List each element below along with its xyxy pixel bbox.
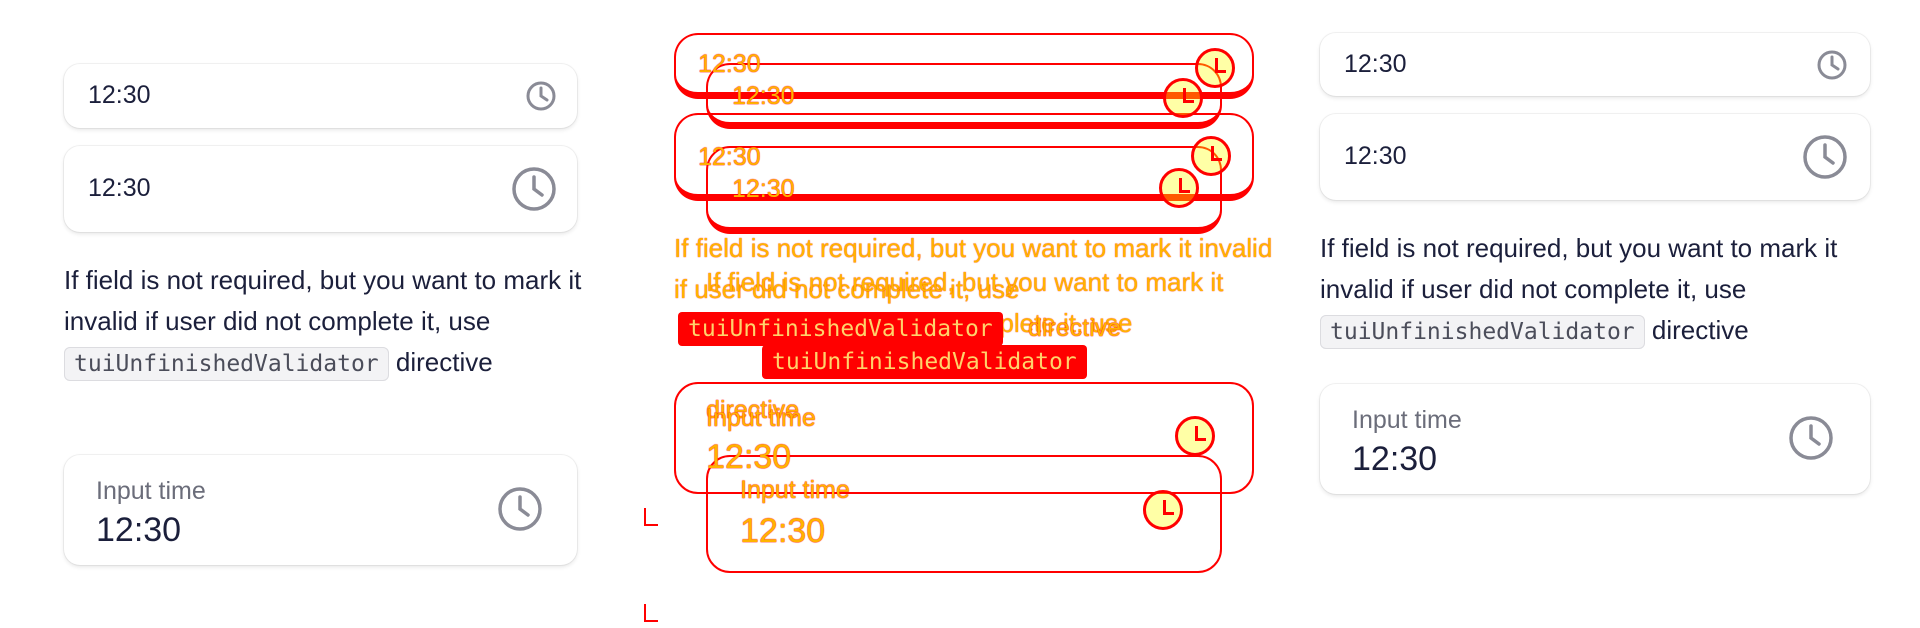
time-input-small[interactable]: 12:30 [1320, 33, 1870, 96]
clock-icon [1195, 48, 1235, 88]
overlay-validator-code: tuiUnfinishedValidator [762, 345, 1087, 379]
overlay-validator-code: tuiUnfinishedValidator [678, 312, 1003, 346]
overlay-corner [644, 508, 658, 526]
validator-code: tuiUnfinishedValidator [64, 347, 389, 381]
clock-icon [1159, 168, 1199, 208]
time-input-large[interactable]: Input time 12:30 [1320, 384, 1870, 494]
layout-overlay-panel: 12:30 12:30 12:30 12:30 If field is not … [640, 0, 1282, 628]
hint-text-after: directive [395, 347, 493, 377]
example-panel-left: 12:30 12:30 If field is not required, bu… [0, 0, 640, 613]
overlay-time: 12:30 [740, 512, 826, 550]
overlay-corner [644, 604, 658, 622]
validator-code: tuiUnfinishedValidator [1320, 315, 1645, 349]
overlay-hint-after: directive [1028, 314, 1122, 342]
time-value: 12:30 [1344, 50, 1407, 78]
time-value: 12:30 [96, 511, 182, 549]
time-value: 12:30 [1344, 142, 1407, 170]
hint-text: If field is not required, but you want t… [64, 265, 582, 336]
time-value: 12:30 [88, 174, 151, 202]
hint-text-after: directive [1651, 315, 1749, 345]
overlay-time: 12:30 [698, 143, 761, 171]
clock-icon [511, 166, 557, 212]
time-input-small[interactable]: 12:30 [64, 64, 577, 128]
clock-icon [1143, 490, 1183, 530]
clock-icon [1175, 416, 1215, 456]
example-panel-right: 12:30 12:30 If field is not required, bu… [1282, 0, 1920, 520]
hint-text: If field is not required, but you want t… [1320, 233, 1838, 304]
clock-icon [1816, 49, 1848, 81]
unfinished-validator-hint: If field is not required, but you want t… [64, 260, 584, 385]
clock-icon [1788, 415, 1834, 461]
clock-icon [497, 486, 543, 532]
time-input-large[interactable]: Input time 12:30 [64, 455, 577, 565]
overlay-time: 12:30 [732, 175, 795, 203]
overlay-time: 12:30 [706, 438, 792, 476]
clock-icon [1163, 78, 1203, 118]
unfinished-validator-hint: If field is not required, but you want t… [1320, 228, 1900, 353]
overlay-time: 12:30 [698, 50, 761, 78]
time-value: 12:30 [88, 81, 151, 109]
input-label: Input time [1352, 406, 1462, 434]
overlay-input-label: Input time [706, 404, 816, 432]
clock-icon [1802, 134, 1848, 180]
overlay-input-label: Input time [740, 476, 850, 504]
input-label: Input time [96, 477, 206, 505]
time-input-medium[interactable]: 12:30 [64, 146, 577, 232]
time-input-medium[interactable]: 12:30 [1320, 114, 1870, 200]
overlay-time: 12:30 [732, 82, 795, 110]
clock-icon [525, 80, 557, 112]
time-value: 12:30 [1352, 440, 1438, 478]
clock-icon [1191, 136, 1231, 176]
